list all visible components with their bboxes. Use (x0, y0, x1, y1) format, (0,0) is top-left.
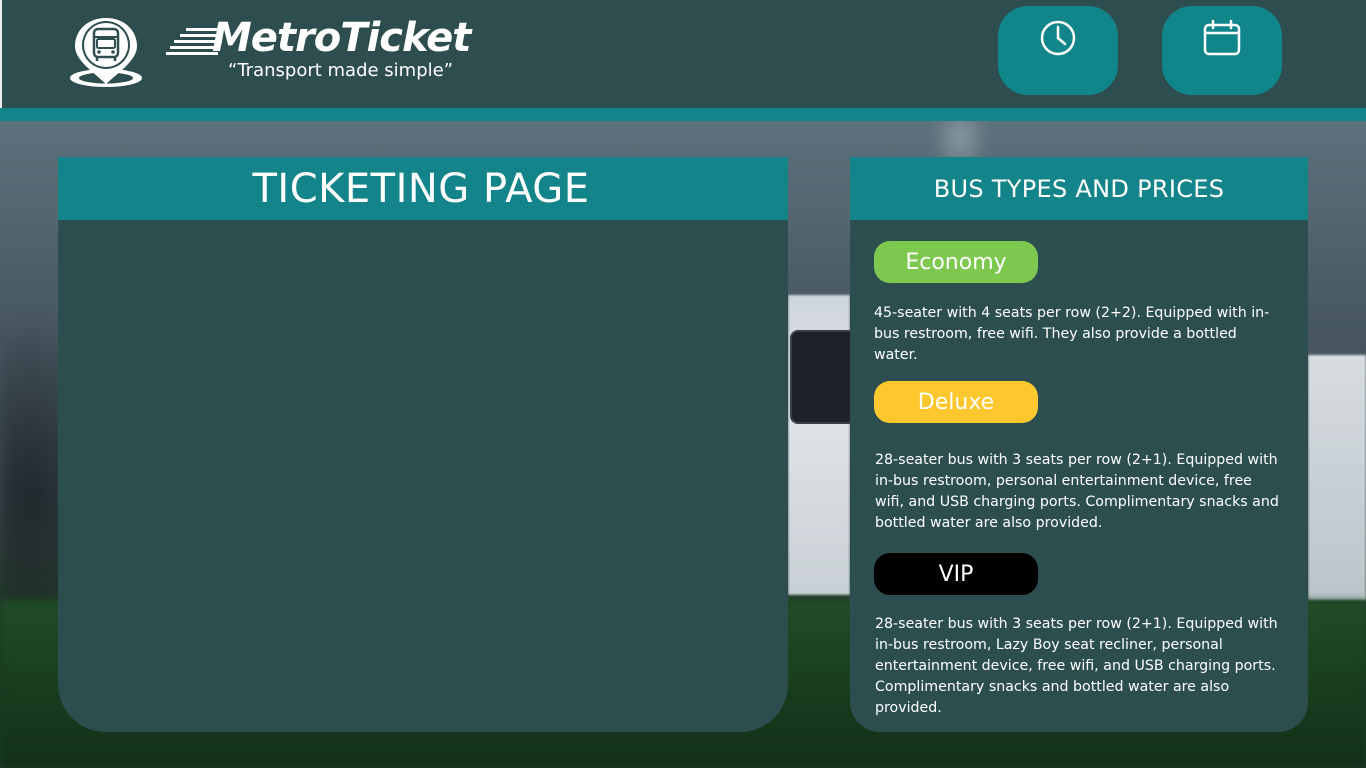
bus-types-title: BUS TYPES AND PRICES (933, 174, 1225, 203)
deluxe-type-button[interactable]: Deluxe (874, 381, 1038, 423)
ticketing-title-bar: TICKETING PAGE (58, 157, 788, 220)
calendar-button[interactable] (1162, 6, 1282, 95)
background-bus-window (790, 330, 854, 424)
ticketing-page-title: TICKETING PAGE (252, 165, 590, 212)
clock-button[interactable] (998, 6, 1118, 95)
header-accent-stripe (0, 108, 1366, 121)
bus-location-pin-icon[interactable] (68, 14, 146, 90)
background-bus-right (1308, 355, 1366, 600)
bus-types-panel: BUS TYPES AND PRICES Economy 45-seater w… (850, 157, 1308, 732)
economy-type-button[interactable]: Economy (874, 241, 1038, 283)
brand-name: MetroTicket (212, 15, 471, 61)
economy-description: 45-seater with 4 seats per row (2+2). Eq… (874, 305, 1270, 363)
app-header: MetroTicket “Transport made simple” (0, 0, 1366, 108)
clock-icon (1040, 20, 1076, 56)
brand-tagline: “Transport made simple” (228, 60, 454, 81)
deluxe-description: 28-seater bus with 3 seats per row (2+1)… (875, 452, 1279, 531)
vip-description: 28-seater bus with 3 seats per row (2+1)… (875, 616, 1278, 716)
vip-type-button[interactable]: VIP (874, 553, 1038, 595)
ticketing-panel: TICKETING PAGE (58, 157, 788, 732)
bus-types-title-bar: BUS TYPES AND PRICES (850, 157, 1308, 220)
calendar-icon (1203, 19, 1241, 56)
